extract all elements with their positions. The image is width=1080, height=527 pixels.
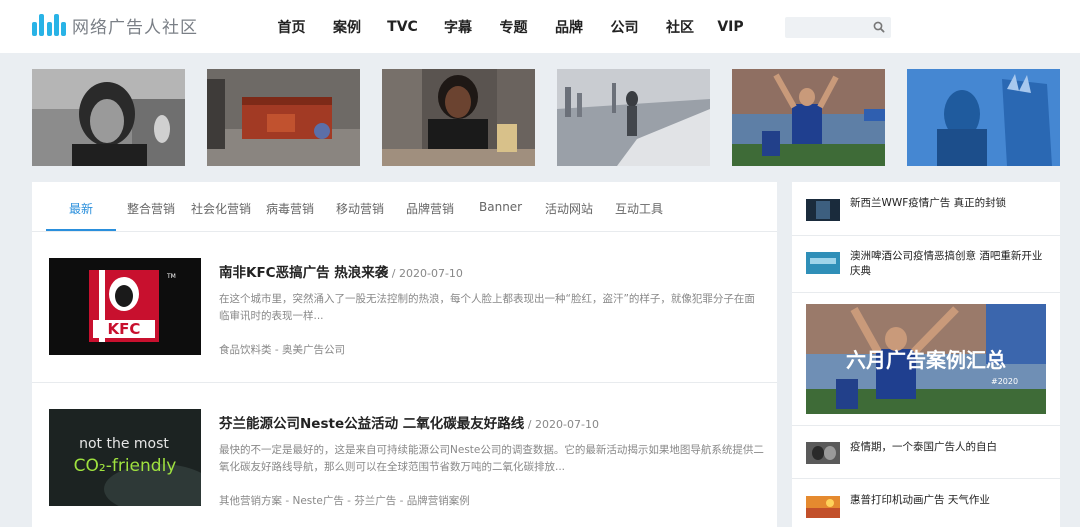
article-thumbnail[interactable]: not the most CO₂-friendly (49, 409, 201, 506)
article-image-text-bottom: CO₂-friendly (74, 456, 177, 476)
nav-item-tvc[interactable]: TVC (375, 19, 430, 35)
article-thumbnail[interactable]: KFC TM (49, 258, 201, 355)
kfc-logo-text: KFC (108, 320, 141, 338)
logo-text: 网络广告人社区 (72, 17, 198, 38)
tab-banner[interactable]: Banner (479, 200, 522, 214)
banner-thumb-godzilla[interactable] (907, 69, 1060, 166)
article-tags[interactable]: 其他营销方案 - Neste广告 - 芬兰广告 - 品牌营销案例 (219, 493, 470, 508)
article-title-text[interactable]: 芬兰能源公司Neste公益活动 二氧化碳最友好路线 (219, 416, 524, 432)
tab-latest[interactable]: 最新 (69, 200, 93, 217)
category-tabs: 最新 整合营销 社会化营销 病毒营销 移动营销 品牌营销 Banner 活动网站… (32, 182, 777, 232)
article-date: / 2020-07-10 (524, 418, 599, 431)
tab-campaign-sites[interactable]: 活动网站 (545, 200, 593, 217)
feature-title: 六月广告案例汇总 (846, 348, 1006, 372)
article-title[interactable]: 芬兰能源公司Neste公益活动 二氧化碳最友好路线 / 2020-07-10 (219, 412, 599, 432)
article-title[interactable]: 南非KFC恶搞广告 热浪来袭 / 2020-07-10 (219, 261, 463, 281)
tabs-divider (32, 231, 777, 232)
main-nav: 首页 案例 TVC 字幕 专题 品牌 公司 社区 VIP (264, 0, 753, 53)
sidebar-divider (792, 425, 1060, 426)
nav-item-community[interactable]: 社区 (652, 17, 708, 37)
logo-mark-icon (32, 12, 68, 38)
banner-thumb-portrait[interactable] (32, 69, 185, 166)
sidebar-divider (792, 292, 1060, 293)
svg-text:TM: TM (166, 273, 176, 280)
sidebar-feature-banner[interactable]: 六月广告案例汇总 #2020 (806, 304, 1046, 414)
sidebar-thumbnail[interactable] (806, 442, 840, 464)
nav-item-brands[interactable]: 品牌 (541, 17, 597, 37)
tab-interactive-tools[interactable]: 互动工具 (615, 200, 663, 217)
article-description: 最快的不一定是最好的，这是来自可持续能源公司Neste公司的调查数据。它的最新活… (219, 444, 764, 473)
banner-thumb-crates[interactable] (207, 69, 360, 166)
search-input[interactable] (785, 18, 865, 40)
sidebar-item-title[interactable]: 澳洲啤酒公司疫情恶搞创意 酒吧重新开业庆典 (850, 249, 1050, 279)
article-date: / 2020-07-10 (388, 267, 463, 280)
sidebar-item-title[interactable]: 新西兰WWF疫情广告 真正的封锁 (850, 196, 1050, 211)
nav-item-companies[interactable]: 公司 (597, 17, 652, 37)
sidebar-divider (792, 235, 1060, 236)
nav-item-subtitles[interactable]: 字幕 (430, 17, 486, 37)
nav-item-topics[interactable]: 专题 (486, 17, 541, 37)
search-icon[interactable] (872, 20, 886, 34)
article-list-panel: 最新 整合营销 社会化营销 病毒营销 移动营销 品牌营销 Banner 活动网站… (32, 182, 777, 527)
tab-social-marketing[interactable]: 社会化营销 (191, 200, 251, 217)
article-title-text[interactable]: 南非KFC恶搞广告 热浪来袭 (219, 265, 388, 281)
banner-thumb-skyline[interactable] (557, 69, 710, 166)
banner-thumb-woman[interactable] (382, 69, 535, 166)
sidebar-thumbnail[interactable] (806, 252, 840, 274)
sidebar-divider (792, 478, 1060, 479)
site-logo[interactable]: 网络广告人社区 (32, 12, 198, 38)
nav-item-cases[interactable]: 案例 (319, 17, 375, 37)
article-tags[interactable]: 食品饮料类 - 奥美广告公司 (219, 342, 345, 357)
tab-brand-marketing[interactable]: 品牌营销 (406, 200, 454, 217)
tab-integrated-marketing[interactable]: 整合营销 (127, 200, 175, 217)
article-divider (32, 382, 777, 383)
site-header: 网络广告人社区 首页 案例 TVC 字幕 专题 品牌 公司 社区 VIP (0, 0, 1080, 53)
article-image-text-top: not the most (79, 436, 169, 452)
sidebar: 新西兰WWF疫情广告 真正的封锁 澳洲啤酒公司疫情恶搞创意 酒吧重新开业庆典 六… (792, 182, 1060, 527)
tab-mobile-marketing[interactable]: 移动营销 (336, 200, 384, 217)
nav-item-home[interactable]: 首页 (264, 17, 319, 37)
search-box[interactable] (785, 17, 891, 40)
sidebar-item-title[interactable]: 疫情期，一个泰国广告人的自白 (850, 440, 1050, 455)
sidebar-thumbnail[interactable] (806, 199, 840, 221)
feature-tag: #2020 (991, 377, 1018, 386)
nav-item-vip[interactable]: VIP (708, 19, 753, 35)
tab-viral-marketing[interactable]: 病毒营销 (266, 200, 314, 217)
banner-thumb-football[interactable] (732, 69, 885, 166)
sidebar-item-title[interactable]: 惠普打印机动画广告 天气作业 (850, 493, 1050, 508)
sidebar-thumbnail[interactable] (806, 496, 840, 518)
article-description: 在这个城市里，突然涌入了一股无法控制的热浪，每个人脸上都表现出一种“脸红，盗汗”… (219, 293, 755, 322)
